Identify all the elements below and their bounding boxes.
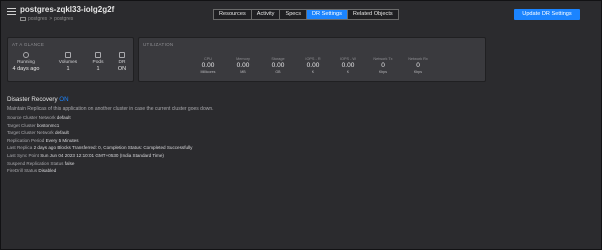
breadcrumb: postgres > postgres [20,16,73,22]
metric-value: 0.00 [271,62,285,69]
metric-value: 0.00 [306,62,320,69]
pod-icon [95,52,101,58]
metric-network-tx: Network Tx 0 Kbps [367,57,399,74]
glance-value: 1 [96,66,100,72]
dr-details: Source Cluster Network default Target Cl… [7,114,192,175]
dr-row-source-network: Source Cluster Network default [7,114,192,122]
dr-description: Maintain Replicas of this application on… [7,106,214,112]
metric-label: IOPS - R [305,57,321,61]
glance-value: 1 [66,66,70,72]
row-label: Last Replica [7,145,33,151]
status-icon [23,52,29,58]
metric-storage: Storage 0.00 GB [262,57,294,74]
metric-unit: Kbps [378,70,388,74]
dr-heading-label: Disaster Recovery [7,96,58,103]
dr-status: ON [59,96,69,103]
dr-heading: Disaster Recovery ON [7,96,69,103]
metric-value: 0 [381,62,385,69]
row-label: Source Cluster Network [7,115,56,120]
breadcrumb-resource[interactable]: postgres [54,16,73,22]
row-label: Last Sync Point [7,152,39,158]
panel-title: AT A GLANCE [12,42,45,47]
dr-row-suspend-status: Suspend Replication Status false [7,160,192,168]
utilization-panel: UTILIZATION CPU 0.00 Millicores Memory 0… [138,37,486,82]
metric-cpu: CPU 0.00 Millicores [192,57,224,74]
glance-pods[interactable]: Pods 1 [84,52,112,72]
row-value: default [55,130,69,136]
panel-title: UTILIZATION [143,42,174,47]
glance-value: ON [117,66,127,72]
metric-label: IOPS - W [339,57,357,61]
tab-activity[interactable]: Activity [252,10,281,19]
breadcrumb-project[interactable]: postgres [28,16,47,22]
menu-icon[interactable] [7,8,16,15]
breadcrumb-separator: > [49,16,53,22]
metric-value: 0.00 [341,62,355,69]
dr-row-replication-period: Replication Period Every 5 Minutes [7,137,192,145]
page-title: postgres-zqkl33-iolg2g2f [20,5,115,14]
row-value: Every 5 Minutes [45,137,79,143]
glance-label: Running [17,60,35,65]
metric-unit: K [346,70,350,74]
dr-row-target-cluster: Target Cluster bostonmc1 [7,122,192,130]
dr-row-firedrill-status: FireDrill Status Disabled [7,167,192,175]
project-icon [20,17,26,21]
volume-icon [65,52,71,58]
metric-unit: MB [240,70,246,74]
row-value: default [56,115,71,120]
row-value: Sun Jun 04 2023 12:10:01 GMT+0530 (India… [40,152,164,158]
metric-label: Storage [271,57,285,61]
metric-memory: Memory 0.00 MB [227,57,259,74]
glance-label: Pods [92,60,104,65]
at-a-glance-panel: AT A GLANCE Running 4 days ago Volumes 1… [7,37,134,82]
app-window: postgres-zqkl33-iolg2g2f postgres > post… [0,0,602,250]
metric-unit: Kbps [413,70,423,74]
tab-dr-settings[interactable]: DR Settings [307,10,348,19]
metric-unit: GB [275,70,281,74]
metric-value: 0 [416,62,420,69]
row-value: Disabled [38,168,57,174]
row-label: Target Cluster [7,122,36,128]
metric-iops-write: IOPS - W 0.00 K [332,57,364,74]
metric-network-rx: Network Rx 0 Kbps [402,57,434,74]
dr-row-target-network: Target Cluster Network default [7,129,192,137]
row-label: Replication Period [7,137,45,143]
tab-specs[interactable]: Specs [280,10,308,19]
row-value: bostonmc1 [36,122,60,128]
tab-bar: Resources Activity Specs DR Settings Rel… [213,9,399,20]
metric-label: Memory [236,57,250,61]
tab-resources[interactable]: Resources [214,10,252,19]
dr-row-last-sync: Last Sync Point Sun Jun 04 2023 12:10:01… [7,152,192,160]
glance-running: Running 4 days ago [12,52,40,72]
glance-dr: DR ON [112,52,132,72]
metric-label: Network Tx [373,57,393,61]
row-label: Suspend Replication Status [7,160,64,166]
dr-row-last-replica: Last Replica 2 days ago Blocks Transferr… [7,144,192,152]
metric-label: Network Rx [408,57,428,61]
row-label: FireDrill Status [7,168,38,174]
dr-icon [119,52,125,58]
row-label: Target Cluster Network [7,130,54,136]
glance-value: 4 days ago [12,66,40,72]
row-value: 2 days ago Blocks Transferred: 0, Comple… [33,145,193,151]
tab-related-objects[interactable]: Related Objects [348,10,398,19]
metric-value: 0.00 [201,62,215,69]
metric-value: 0.00 [236,62,250,69]
metric-unit: Millicores [200,70,216,74]
glance-volumes[interactable]: Volumes 1 [54,52,82,72]
glance-label: Volumes [58,60,78,65]
row-value: false [64,160,75,166]
metric-unit: K [311,70,315,74]
metric-iops-read: IOPS - R 0.00 K [297,57,329,74]
metric-label: CPU [203,57,213,61]
update-dr-settings-button[interactable]: Update DR Settings [514,9,580,20]
glance-label: DR [118,60,126,65]
